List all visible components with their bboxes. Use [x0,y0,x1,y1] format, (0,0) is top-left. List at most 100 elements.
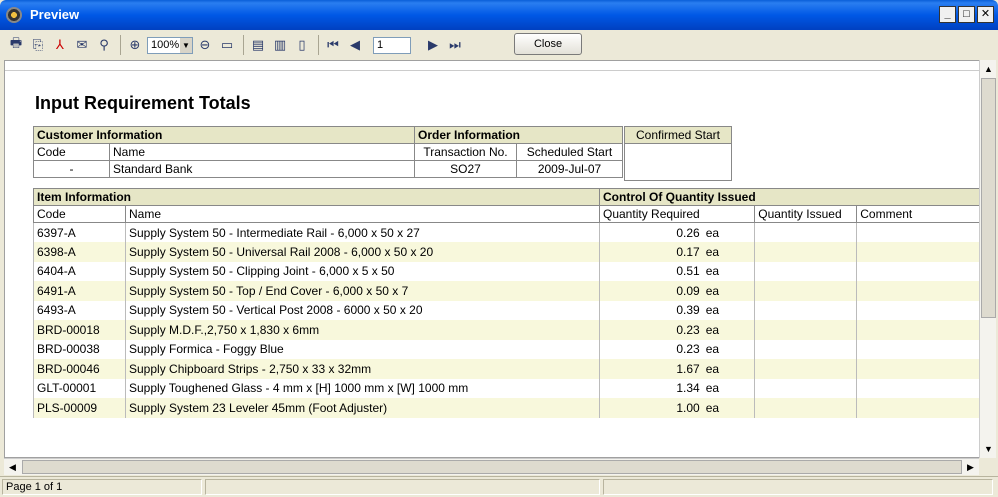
prev-page-icon[interactable]: ◀ [345,35,365,55]
items-table: Item Information Control Of Quantity Iss… [33,188,981,418]
customer-name: Standard Bank [109,160,415,178]
item-qty-issued [754,339,858,359]
multi-page-icon[interactable]: ▥ [270,35,290,55]
item-qty-required: 0.26 [598,222,703,242]
item-unit: ea [702,320,756,340]
pdf-icon[interactable]: ⅄ [50,35,70,55]
export-icon[interactable]: ⎘ [28,35,48,55]
scroll-up-icon[interactable]: ▲ [981,61,996,77]
item-qty-issued [754,300,858,320]
item-code: 6398-A [33,242,126,262]
control-qty-header: Control Of Quantity Issued [599,188,981,206]
confirmed-start-value [624,143,732,181]
customer-code: - [33,160,110,178]
item-code: GLT-00001 [33,378,126,398]
item-qty-required: 0.23 [598,320,703,340]
item-qty-issued [754,222,858,242]
item-code: PLS-00009 [33,398,126,418]
single-page-icon[interactable]: ▤ [248,35,268,55]
zoom-out-icon[interactable]: ⊖ [195,35,215,55]
horizontal-scrollbar[interactable]: ◀ ▶ [4,458,979,475]
item-unit: ea [702,261,756,281]
scheduled-start-label: Scheduled Start [516,143,623,161]
minimize-button[interactable]: _ [939,6,956,23]
item-code: 6493-A [33,300,126,320]
close-window-button[interactable]: ✕ [977,6,994,23]
table-row: 6397-A Supply System 50 - Intermediate Ra… [33,222,981,242]
vertical-scroll-thumb[interactable] [981,78,996,318]
item-code: 6404-A [33,261,126,281]
table-row: BRD-00038 Supply Formica - Foggy Blue 0.23… [33,339,981,359]
item-comment [856,281,981,301]
item-name: Supply Chipboard Strips - 2,750 x 33 x 3… [125,359,600,379]
title-bar: Preview _ □ ✕ [0,0,998,30]
email-icon[interactable]: ✉ [72,35,92,55]
item-name: Supply System 50 - Top / End Cover - 6,0… [125,281,600,301]
item-code: BRD-00018 [33,320,126,340]
window-title: Preview [30,7,80,22]
item-comment [856,242,981,262]
table-row: 6491-A Supply System 50 - Top / End Cover… [33,281,981,301]
item-qty-required: 0.23 [598,339,703,359]
customer-info-header: Customer Information [33,126,415,144]
item-comment [856,359,981,379]
item-qty-required: 1.67 [598,359,703,379]
last-page-icon[interactable]: ⏭ [445,35,465,55]
item-unit: ea [702,242,756,262]
chevron-down-icon[interactable]: ▼ [180,37,192,53]
zoom-select[interactable]: 100% ▼ [147,36,193,54]
close-button[interactable]: Close [514,33,582,55]
item-code: 6397-A [33,222,126,242]
scheduled-start: 2009-Jul-07 [516,160,623,178]
item-qty-required: 1.34 [598,378,703,398]
scroll-left-icon[interactable]: ◀ [5,459,20,475]
customer-order-table: Customer Information Order Information C… [33,126,623,178]
item-code: BRD-00038 [33,339,126,359]
item-qty-issued [754,378,858,398]
item-qty-issued [754,261,858,281]
maximize-button[interactable]: □ [958,6,975,23]
item-qty-issued [754,359,858,379]
page-number-input[interactable]: 1 [373,36,411,54]
print-icon[interactable]: 🖶 [6,35,26,55]
first-page-icon[interactable]: ⏮ [323,35,343,55]
item-name: Supply Toughened Glass - 4 mm x [H] 1000… [125,378,600,398]
zoom-in-icon[interactable]: ⊕ [125,35,145,55]
scroll-right-icon[interactable]: ▶ [963,459,978,475]
item-qty-issued [754,320,858,340]
name-label: Name [109,143,415,161]
item-name: Supply System 23 Leveler 45mm (Foot Adju… [125,398,600,418]
item-name: Supply M.D.F.,2,750 x 1,830 x 6mm [125,320,600,340]
item-comment [856,300,981,320]
item-qty-required: 0.17 [598,242,703,262]
status-bar: Page 1 of 1 [0,476,998,497]
item-unit: ea [702,300,756,320]
fit-page-icon[interactable]: ▭ [217,35,237,55]
item-qty-issued [754,281,858,301]
item-unit: ea [702,222,756,242]
item-code: BRD-00046 [33,359,126,379]
item-unit: ea [702,378,756,398]
item-comment [856,398,981,418]
book-view-icon[interactable]: ▯ [292,35,312,55]
item-comment [856,339,981,359]
find-icon[interactable]: ⚲ [94,35,114,55]
vertical-scrollbar[interactable]: ▲ ▼ [979,60,996,458]
table-row: 6493-A Supply System 50 - Vertical Post 2… [33,300,981,320]
item-qty-required: 0.09 [598,281,703,301]
item-name: Supply Formica - Foggy Blue [125,339,600,359]
item-comment [856,222,981,242]
next-page-icon[interactable]: ▶ [423,35,443,55]
item-comment [856,320,981,340]
scroll-down-icon[interactable]: ▼ [981,441,996,457]
item-code: 6491-A [33,281,126,301]
code-label: Code [33,143,110,161]
report-viewport: Input Requirement Totals Customer Inform… [4,60,982,458]
item-qty-required: 0.51 [598,261,703,281]
horizontal-scroll-thumb[interactable] [22,460,962,474]
item-unit: ea [702,398,756,418]
table-row: BRD-00046 Supply Chipboard Strips - 2,750… [33,359,981,379]
item-comment [856,378,981,398]
confirmed-start-table: Confirmed Start [624,126,732,181]
report-title: Input Requirement Totals [35,93,251,113]
